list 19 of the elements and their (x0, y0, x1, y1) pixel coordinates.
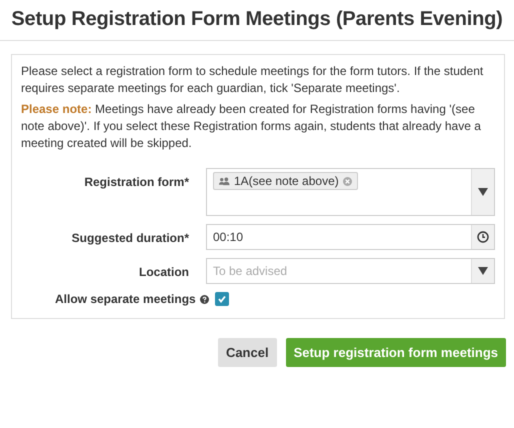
note-text: Please note: Meetings have already been created for Registration forms having '(see note above)'. If you select these Registration forms again, students that already have a meeting created will be skipped. (21, 101, 482, 152)
checkbox[interactable] (214, 292, 229, 306)
dropdown-caret-icon (478, 188, 488, 196)
dialog-title: Setup Registration Form Meetings (Parents Evening) (0, 0, 514, 41)
clock-icon (477, 231, 489, 243)
field-label: Suggested duration* (70, 230, 190, 245)
dropdown-caret-icon (478, 267, 488, 275)
field-label: Allow separate meetings (55, 292, 196, 306)
time-field[interactable]: 00:10 (206, 224, 495, 250)
selected-tag[interactable]: 1A(see note above) (213, 172, 358, 190)
remove-icon[interactable] (342, 176, 352, 186)
instruction-text: Please select a registration form to schedule meetings for the form tutors. If the student requires separate meetings for each guardian, tick 'Separate meetings'. (21, 63, 484, 97)
multi-select-field[interactable]: 1A(see note above) (206, 168, 495, 216)
field-label: Registration form* (83, 174, 190, 189)
cancel-button[interactable]: Cancel (218, 338, 277, 367)
field-label: Location (138, 264, 190, 279)
group-icon (219, 176, 230, 186)
help-icon[interactable] (200, 294, 209, 304)
checkmark-icon (216, 294, 227, 304)
